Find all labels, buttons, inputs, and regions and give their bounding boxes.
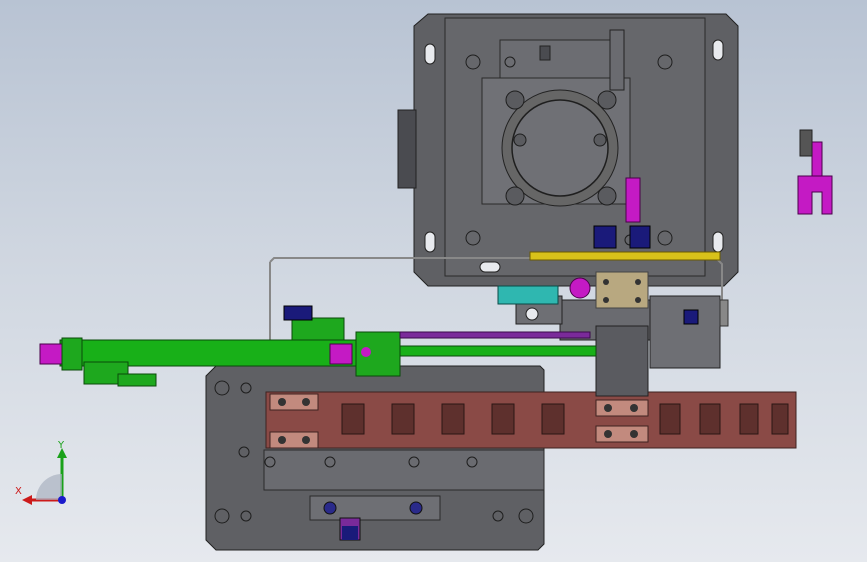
axis-triad: [22, 448, 67, 505]
gripper-part[interactable]: [797, 129, 833, 215]
assembly-model[interactable]: [0, 0, 867, 562]
y-axis-label: Y: [58, 440, 65, 451]
cable-chain[interactable]: [265, 391, 797, 449]
cad-viewport[interactable]: Y X: [0, 0, 867, 562]
x-axis-label: X: [15, 486, 22, 497]
upper-plate-assembly[interactable]: [397, 13, 739, 287]
